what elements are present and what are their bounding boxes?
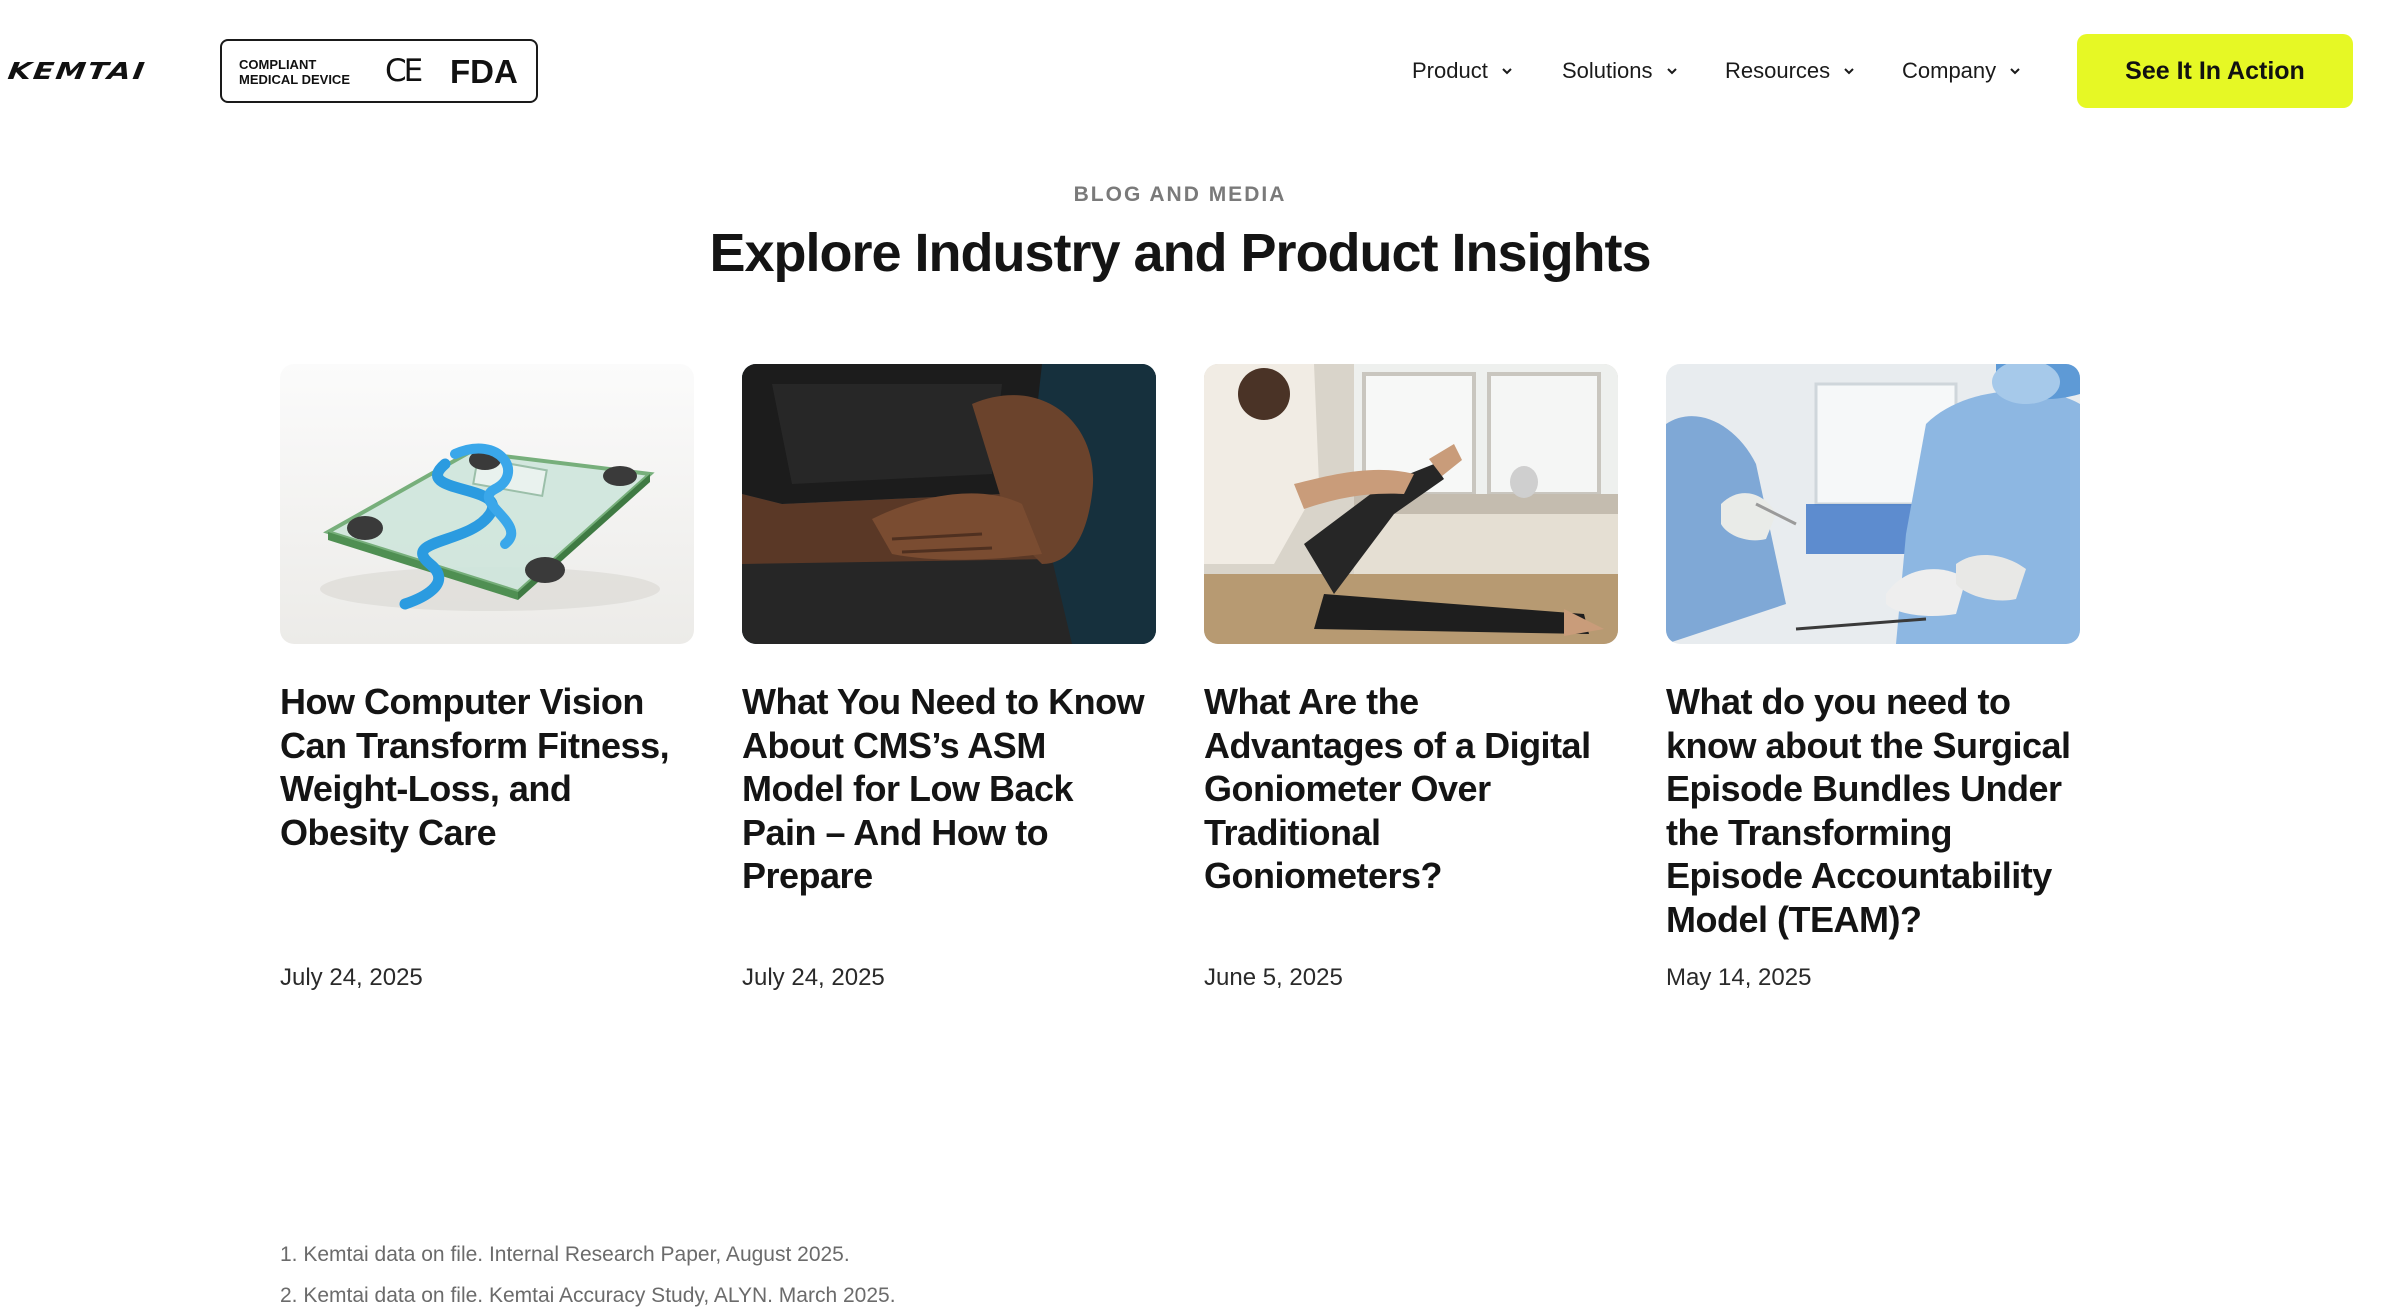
scale-with-tape-image bbox=[280, 364, 694, 644]
section-title: Explore Industry and Product Insights bbox=[709, 223, 1651, 283]
section-eyebrow: BLOG AND MEDIA bbox=[1073, 183, 1287, 206]
kemtai-logo[interactable]: KEMTAI bbox=[6, 58, 148, 85]
footnote-1: 1. Kemtai data on file. Internal Researc… bbox=[280, 1243, 850, 1266]
page: KEMTAI COMPLIANT MEDICAL DEVICE CE FDA P… bbox=[0, 0, 2385, 1312]
nav-resources-label: Resources bbox=[1725, 58, 1831, 83]
nav-solutions[interactable]: Solutions bbox=[1562, 56, 1679, 86]
article-title[interactable]: What do you need to know about the Surgi… bbox=[1666, 680, 2080, 941]
footnote-2: 2. Kemtai data on file. Kemtai Accuracy … bbox=[280, 1284, 896, 1307]
article-title[interactable]: What You Need to Know About CMS’s ASM Mo… bbox=[742, 680, 1156, 898]
nav-product-label: Product bbox=[1412, 58, 1488, 83]
article-thumbnail-surgery[interactable] bbox=[1666, 364, 2080, 644]
article-card[interactable]: How Computer Vision Can Transform Fitnes… bbox=[280, 364, 694, 991]
chevron-down-icon bbox=[1502, 68, 1512, 75]
nav-resources[interactable]: Resources bbox=[1725, 56, 1856, 86]
chevron-down-icon bbox=[1666, 68, 1677, 75]
therapist-stretching-leg-image bbox=[1204, 364, 1618, 644]
article-thumbnail-goniometer[interactable] bbox=[1204, 364, 1618, 644]
badge-line-1: COMPLIANT bbox=[239, 57, 317, 72]
nav-product[interactable]: Product bbox=[1412, 56, 1514, 86]
article-card[interactable]: What You Need to Know About CMS’s ASM Mo… bbox=[742, 364, 1156, 991]
badge-line-2: MEDICAL DEVICE bbox=[239, 72, 350, 87]
article-title[interactable]: How Computer Vision Can Transform Fitnes… bbox=[280, 680, 694, 854]
chevron-down-icon bbox=[1844, 68, 1854, 75]
nav-company-label: Company bbox=[1902, 58, 1997, 83]
article-thumbnail-scale[interactable] bbox=[280, 364, 694, 644]
nav-solutions-label: Solutions bbox=[1562, 58, 1653, 83]
lower-back-pain-image bbox=[742, 364, 1156, 644]
article-card[interactable]: What do you need to know about the Surgi… bbox=[1666, 364, 2080, 991]
article-title[interactable]: What Are the Advantages of a Digital Gon… bbox=[1204, 680, 1618, 898]
see-it-in-action-button[interactable]: See It In Action bbox=[2077, 34, 2353, 108]
nav-company[interactable]: Company bbox=[1902, 56, 2022, 86]
article-date: June 5, 2025 bbox=[1204, 964, 1343, 991]
fda-mark: FDA bbox=[450, 53, 518, 90]
chevron-down-icon bbox=[2010, 68, 2020, 75]
article-date: July 24, 2025 bbox=[742, 964, 885, 991]
article-date: July 24, 2025 bbox=[280, 964, 423, 991]
ce-mark: CE bbox=[385, 53, 423, 89]
article-card[interactable]: What Are the Advantages of a Digital Gon… bbox=[1204, 364, 1618, 991]
article-thumbnail-back-pain[interactable] bbox=[742, 364, 1156, 644]
surgeons-operating-image bbox=[1666, 364, 2080, 644]
article-date: May 14, 2025 bbox=[1666, 964, 1812, 991]
badge-compliant-text: COMPLIANT MEDICAL DEVICE bbox=[239, 57, 350, 87]
compliance-badge: COMPLIANT MEDICAL DEVICE CE FDA bbox=[220, 39, 538, 103]
